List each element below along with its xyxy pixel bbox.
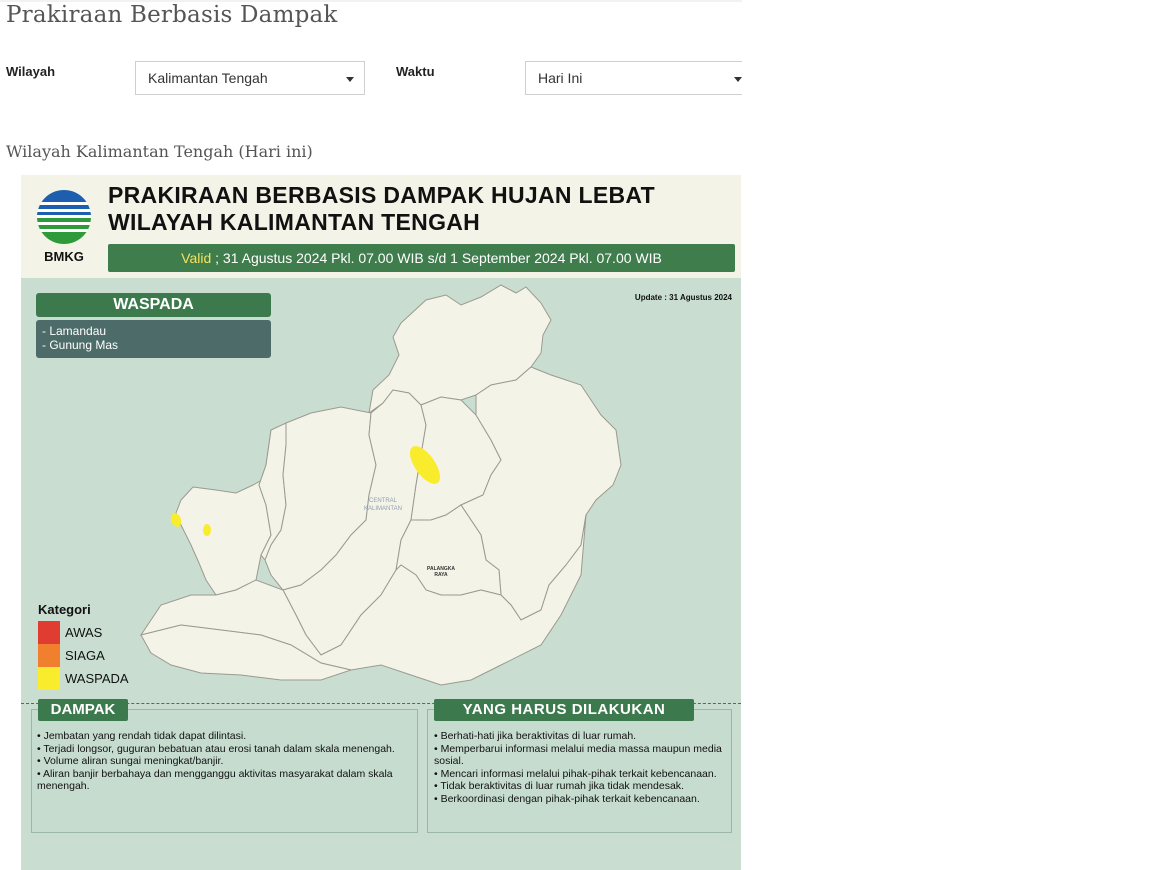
actions-panel: • Berhati-hati jika beraktivitas di luar… — [427, 709, 732, 833]
waspada-area-list: - Lamandau - Gunung Mas — [36, 320, 271, 358]
legend-item-siaga: SIAGA — [38, 644, 129, 667]
legend-item-waspada: WASPADA — [38, 667, 129, 690]
region-select-value: Kalimantan Tengah — [148, 70, 268, 86]
action-item: • Berkoordinasi dengan pihak-pihak terka… — [434, 792, 700, 805]
bmkg-emblem-icon — [37, 190, 91, 244]
page-title: Prakiraan Berbasis Dampak — [6, 2, 338, 28]
impact-item: • Jembatan yang rendah tidak dapat dilin… — [37, 730, 247, 742]
region-select[interactable]: Kalimantan Tengah — [135, 61, 365, 95]
impact-item: • Aliran banjir berbahaya dan mengganggu… — [37, 767, 393, 793]
forecast-infographic: CENTRAL KALIMANTAN PALANGKA RAYA BMKG PR… — [21, 175, 741, 870]
action-item: • Tidak beraktivitas di luar rumah jika … — [434, 780, 684, 792]
infographic-header: BMKG PRAKIRAAN BERBASIS DAMPAK HUJAN LEB… — [21, 175, 741, 278]
impact-panel: • Jembatan yang rendah tidak dapat dilin… — [31, 709, 418, 833]
infographic-title-line1: PRAKIRAAN BERBASIS DAMPAK HUJAN LEBAT — [108, 182, 655, 208]
legend-label: AWAS — [65, 625, 103, 640]
validity-bar: Valid ; 31 Agustus 2024 Pkl. 07.00 WIB s… — [108, 244, 735, 272]
waspada-area-item: - Gunung Mas — [42, 338, 119, 352]
bmkg-logo-text: BMKG — [44, 249, 84, 264]
chevron-down-icon — [346, 77, 354, 82]
legend-swatch-siaga — [38, 644, 60, 667]
validity-text: ; 31 Agustus 2024 Pkl. 07.00 WIB s/d 1 S… — [211, 250, 662, 266]
legend-swatch-awas — [38, 621, 60, 644]
section-title: Wilayah Kalimantan Tengah (Hari ini) — [6, 142, 313, 161]
region-label: Wilayah — [6, 64, 56, 79]
time-select-value: Hari Ini — [538, 70, 583, 86]
map-label-province-2: KALIMANTAN — [364, 506, 402, 512]
legend-swatch-waspada — [38, 667, 60, 690]
waspada-header: WASPADA — [36, 293, 271, 317]
time-label: Waktu — [396, 64, 435, 79]
impact-item: • Terjadi longsor, guguran bebatuan atau… — [37, 742, 395, 755]
action-item: • Memperbarui informasi melalui media ma… — [434, 742, 722, 768]
time-select[interactable]: Hari Ini — [525, 61, 742, 95]
legend-label: SIAGA — [65, 648, 105, 663]
actions-header: YANG HARUS DILAKUKAN — [434, 699, 694, 721]
impact-header: DAMPAK — [38, 699, 128, 721]
action-item: • Berhati-hati jika beraktivitas di luar… — [434, 730, 637, 742]
action-item: • Mencari informasi melalui pihak-pihak … — [434, 767, 717, 780]
map-legend: Kategori AWAS SIAGA WASPADA — [38, 602, 129, 690]
impact-item: • Volume aliran sungai meningkat/banjir. — [37, 755, 224, 767]
map-label-city-2: RAYA — [434, 572, 448, 578]
chevron-down-icon — [734, 77, 742, 82]
warning-area-lamandau-2 — [203, 524, 211, 536]
legend-label: WASPADA — [65, 671, 129, 686]
validity-prefix: Valid — [181, 250, 212, 266]
legend-item-awas: AWAS — [38, 621, 129, 644]
map-label-province-1: CENTRAL — [369, 498, 398, 504]
waspada-summary: WASPADA - Lamandau - Gunung Mas — [36, 293, 271, 358]
infographic-title-line2: WILAYAH KALIMANTAN TENGAH — [108, 209, 481, 235]
bmkg-logo: BMKG — [35, 187, 93, 267]
update-date: Update : 31 Agustus 2024 — [634, 293, 732, 302]
legend-title: Kategori — [38, 602, 91, 617]
waspada-area-item: - Lamandau — [42, 324, 107, 338]
